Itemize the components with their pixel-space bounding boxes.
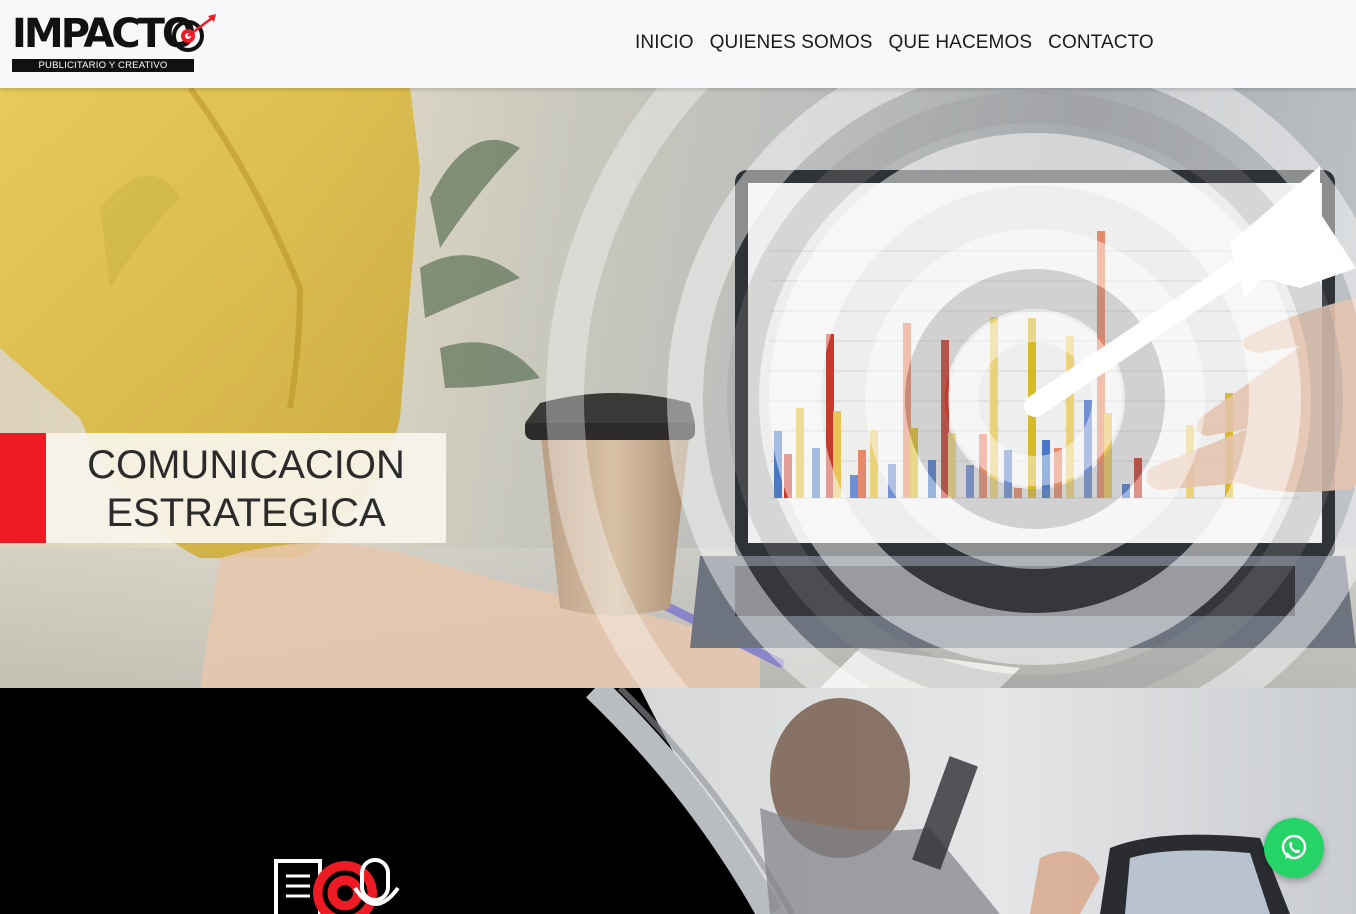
whatsapp-button[interactable] xyxy=(1264,818,1324,878)
services-section xyxy=(0,688,1356,914)
brand-logo[interactable]: IMPACTO PUBLICITARIO Y CREATIVO xyxy=(12,11,216,74)
services-background-image xyxy=(274,688,1356,914)
nav-que-hacemos[interactable]: QUE HACEMOS xyxy=(889,32,1033,54)
hero-background-image xyxy=(0,88,1356,688)
brand-tagline: PUBLICITARIO Y CREATIVO xyxy=(12,59,194,72)
main-nav: INICIO QUIENES SOMOS QUE HACEMOS CONTACT… xyxy=(635,32,1154,54)
hero-caption-box: COMUNICACION ESTRATEGICA xyxy=(0,433,446,543)
caption-accent-bar xyxy=(0,433,46,543)
nav-quienes-somos[interactable]: QUIENES SOMOS xyxy=(710,32,873,54)
hero-caption-title: COMUNICACION ESTRATEGICA xyxy=(46,441,446,537)
document-target-microphone-icon xyxy=(274,858,400,914)
nav-inicio[interactable]: INICIO xyxy=(635,32,694,54)
caption-line-1: COMUNICACION xyxy=(87,443,405,487)
target-arrow-icon xyxy=(172,14,216,52)
brand-name: IMPACTO xyxy=(12,11,196,57)
whatsapp-icon xyxy=(1281,834,1307,860)
hero-slider: COMUNICACION ESTRATEGICA xyxy=(0,88,1356,688)
nav-contacto[interactable]: CONTACTO xyxy=(1048,32,1154,54)
caption-line-2: ESTRATEGICA xyxy=(106,491,386,535)
site-header: IMPACTO PUBLICITARIO Y CREATIVO INICIO Q… xyxy=(0,0,1356,88)
